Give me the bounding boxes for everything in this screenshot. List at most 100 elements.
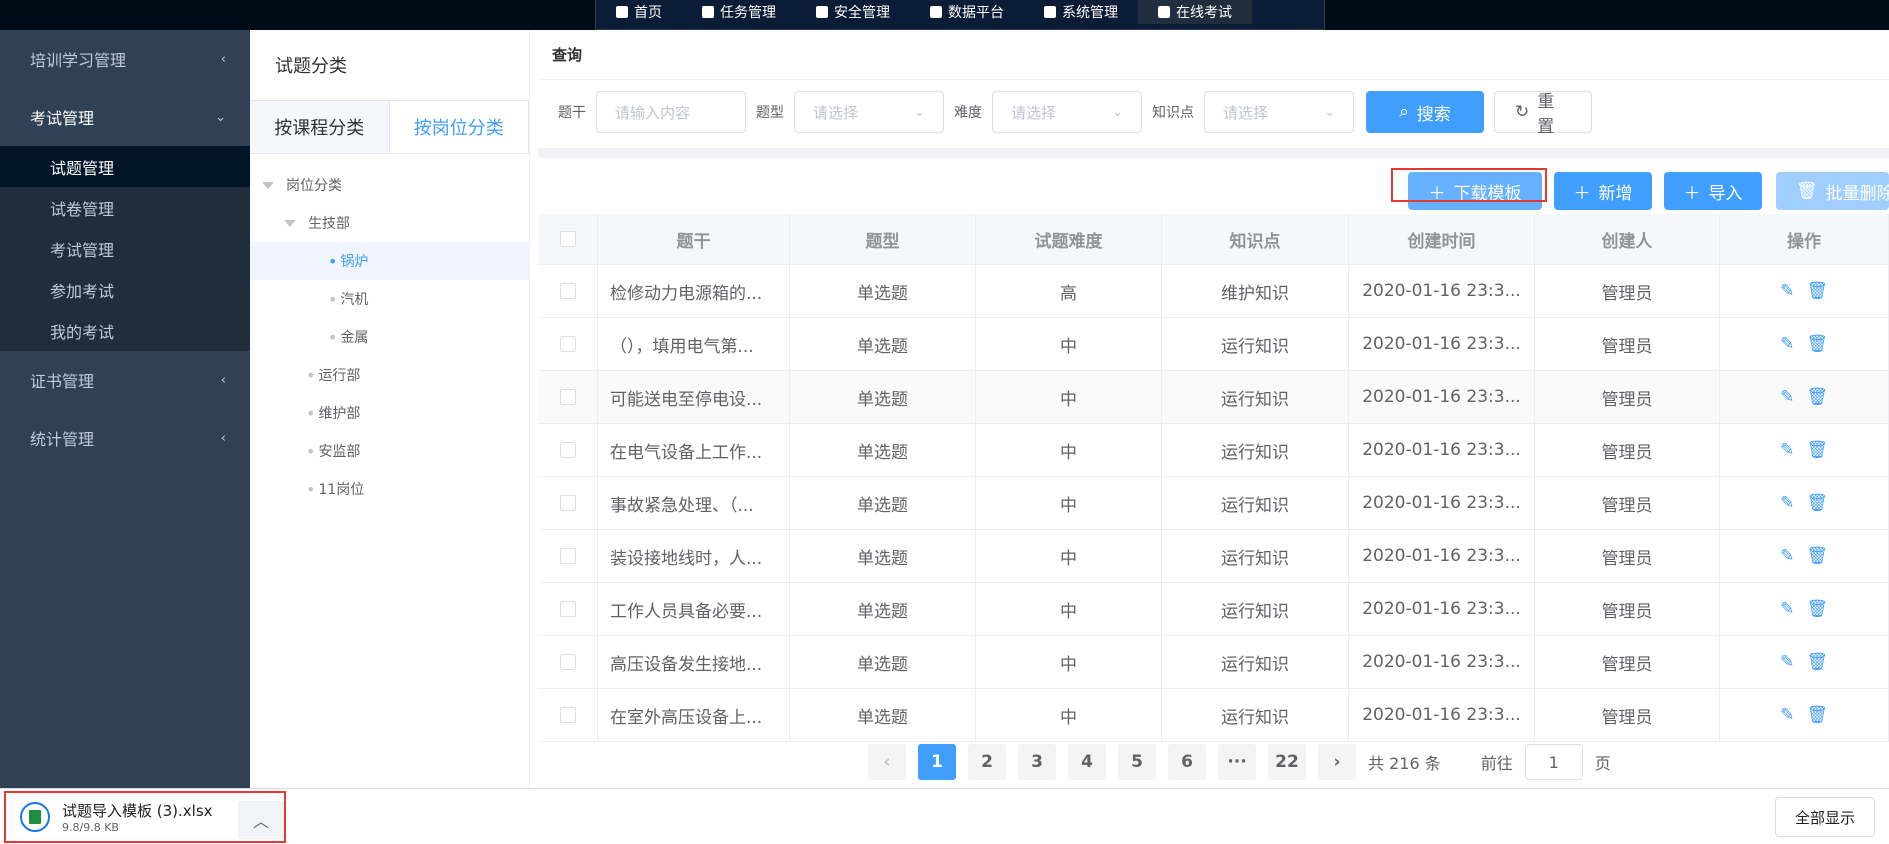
tree-node-selected[interactable]: • 锅炉 [250,242,529,280]
page-button[interactable]: 2 [968,744,1006,780]
reset-button[interactable]: ↻ 重置 [1494,91,1592,137]
tree-node[interactable]: • 维护部 [250,394,529,432]
tree-node[interactable]: • 金属 [250,318,529,356]
goto-page-input[interactable]: 1 [1524,744,1583,780]
submenu-take-exam[interactable]: 参加考试 [0,269,250,310]
edit-icon[interactable]: ✎ [1780,652,1794,672]
row-checkbox[interactable] [559,336,576,352]
download-item[interactable]: 试题导入模板 (3).xlsx 9.8/9.8 KB ︿ [4,791,286,843]
menu-certificate[interactable]: 证书管理 ‹ [0,351,250,409]
cell-created-time: 2020-01-16 23:3... [1349,583,1535,635]
row-checkbox[interactable] [559,283,576,299]
row-checkbox[interactable] [559,654,576,670]
table-row[interactable]: 高压设备发生接地... 单选题中运行知识 2020-01-16 23:3... 管理员… [538,636,1889,689]
search-button[interactable]: ⌕ 搜索 [1366,91,1484,133]
edit-icon[interactable]: ✎ [1780,387,1794,407]
tree-node[interactable]: 岗位分类 [250,166,529,204]
submenu-paper-mgmt[interactable]: 试卷管理 [0,187,250,228]
type-label: 题型 [756,105,784,121]
batch-delete-button[interactable]: 🗑 批量删除 [1776,172,1889,210]
col-type[interactable]: 题型 [790,214,976,264]
cell-creator: 管理员 [1535,424,1720,476]
topnav-system[interactable]: 系统管理 [1024,0,1138,24]
edit-icon[interactable]: ✎ [1780,493,1794,513]
page-button[interactable]: 6 [1168,744,1206,780]
menu-exam[interactable]: 考试管理 ⌄ [0,88,250,146]
row-checkbox[interactable] [559,389,576,405]
row-checkbox[interactable] [559,601,576,617]
caret-down-icon[interactable] [262,181,274,189]
col-creator[interactable]: 创建人 [1535,214,1720,264]
row-checkbox[interactable] [559,442,576,458]
edit-icon[interactable]: ✎ [1780,440,1794,460]
table-row[interactable]: 在室外高压设备上... 单选题中运行知识 2020-01-16 23:3... 管理员… [538,689,1889,742]
topnav-task[interactable]: 任务管理 [682,0,796,24]
trash-icon[interactable]: 🗑 [1806,493,1828,513]
actions-cell: ✎ 🗑 [1720,583,1889,635]
page-button[interactable]: 3 [1018,744,1056,780]
topnav-safety[interactable]: 安全管理 [796,0,910,24]
select-all-checkbox[interactable] [559,231,576,247]
col-knowledge[interactable]: 知识点 [1162,214,1349,264]
row-checkbox[interactable] [559,548,576,564]
table-row[interactable]: 事故紧急处理、（... 单选题中运行知识 2020-01-16 23:3... 管理员… [538,477,1889,530]
submenu-exam-mgmt[interactable]: 考试管理 [0,228,250,269]
tree-node[interactable]: 生技部 [250,204,529,242]
tab-by-course[interactable]: 按课程分类 [250,101,390,153]
edit-icon[interactable]: ✎ [1780,334,1794,354]
submenu-question-mgmt[interactable]: 试题管理 [0,146,250,187]
knowledge-select[interactable]: 请选择 ⌄ [1204,91,1354,133]
trash-icon[interactable]: 🗑 [1806,281,1828,301]
show-all-button[interactable]: 全部显示 [1775,797,1875,837]
table-row[interactable]: （），填用电气第... 单选题中运行知识 2020-01-16 23:3... 管理员… [538,318,1889,371]
row-checkbox[interactable] [559,707,576,723]
page-button[interactable]: 22 [1268,744,1306,780]
trash-icon[interactable]: 🗑 [1806,652,1828,672]
col-stem[interactable]: 题干 [598,214,790,264]
tree-node[interactable]: • 安监部 [250,432,529,470]
tree-node[interactable]: • 运行部 [250,356,529,394]
col-difficulty[interactable]: 试题难度 [976,214,1162,264]
tree-node[interactable]: • 汽机 [250,280,529,318]
row-checkbox[interactable] [559,495,576,511]
trash-icon[interactable]: 🗑 [1806,599,1828,619]
page-button[interactable]: 5 [1118,744,1156,780]
edit-icon[interactable]: ✎ [1780,705,1794,725]
table-row[interactable]: 工作人员具备必要... 单选题中运行知识 2020-01-16 23:3... 管理员… [538,583,1889,636]
trash-icon[interactable]: 🗑 [1806,440,1828,460]
table-row[interactable]: 可能送电至停电设... 单选题中运行知识 2020-01-16 23:3... 管理员… [538,371,1889,424]
tree-node[interactable]: • 11岗位 [250,470,529,508]
stem-input[interactable]: 请输入内容 [596,91,746,133]
page-button[interactable]: 1 [918,744,956,780]
menu-training[interactable]: 培训学习管理 ‹ [0,30,250,88]
trash-icon[interactable]: 🗑 [1806,387,1828,407]
trash-icon[interactable]: 🗑 [1806,705,1828,725]
cell-difficulty: 中 [976,318,1162,370]
trash-icon[interactable]: 🗑 [1806,334,1828,354]
edit-icon[interactable]: ✎ [1780,599,1794,619]
chevron-up-icon[interactable]: ︿ [238,801,284,839]
topnav-exam[interactable]: 在线考试 [1138,0,1252,24]
table-row[interactable]: 装设接地线时，人... 单选题中运行知识 2020-01-16 23:3... 管理员… [538,530,1889,583]
topnav-data[interactable]: 数据平台 [910,0,1024,24]
edit-icon[interactable]: ✎ [1780,546,1794,566]
more-pages-button[interactable]: ··· [1218,744,1256,780]
tab-by-position[interactable]: 按岗位分类 [389,101,529,153]
add-button[interactable]: ＋新增 [1554,172,1652,210]
trash-icon[interactable]: 🗑 [1806,546,1828,566]
type-select[interactable]: 请选择 ⌄ [794,91,944,133]
topnav-home[interactable]: 首页 [596,0,682,24]
difficulty-select[interactable]: 请选择 ⌄ [992,91,1142,133]
caret-down-icon[interactable] [284,219,296,227]
edit-icon[interactable]: ✎ [1780,281,1794,301]
table-row[interactable]: 在电气设备上工作... 单选题中运行知识 2020-01-16 23:3... 管理员… [538,424,1889,477]
next-page-button[interactable]: › [1318,744,1356,780]
submenu-my-exams[interactable]: 我的考试 [0,310,250,351]
prev-page-button[interactable]: ‹ [868,744,906,780]
page-button[interactable]: 4 [1068,744,1106,780]
table-row[interactable]: 检修动力电源箱的... 单选题高维护知识 2020-01-16 23:3... 管理员… [538,265,1889,318]
import-button[interactable]: ＋导入 [1664,172,1762,210]
refresh-icon: ↻ [1515,102,1530,122]
menu-statistics[interactable]: 统计管理 ‹ [0,409,250,467]
col-created-time[interactable]: 创建时间 [1349,214,1535,264]
